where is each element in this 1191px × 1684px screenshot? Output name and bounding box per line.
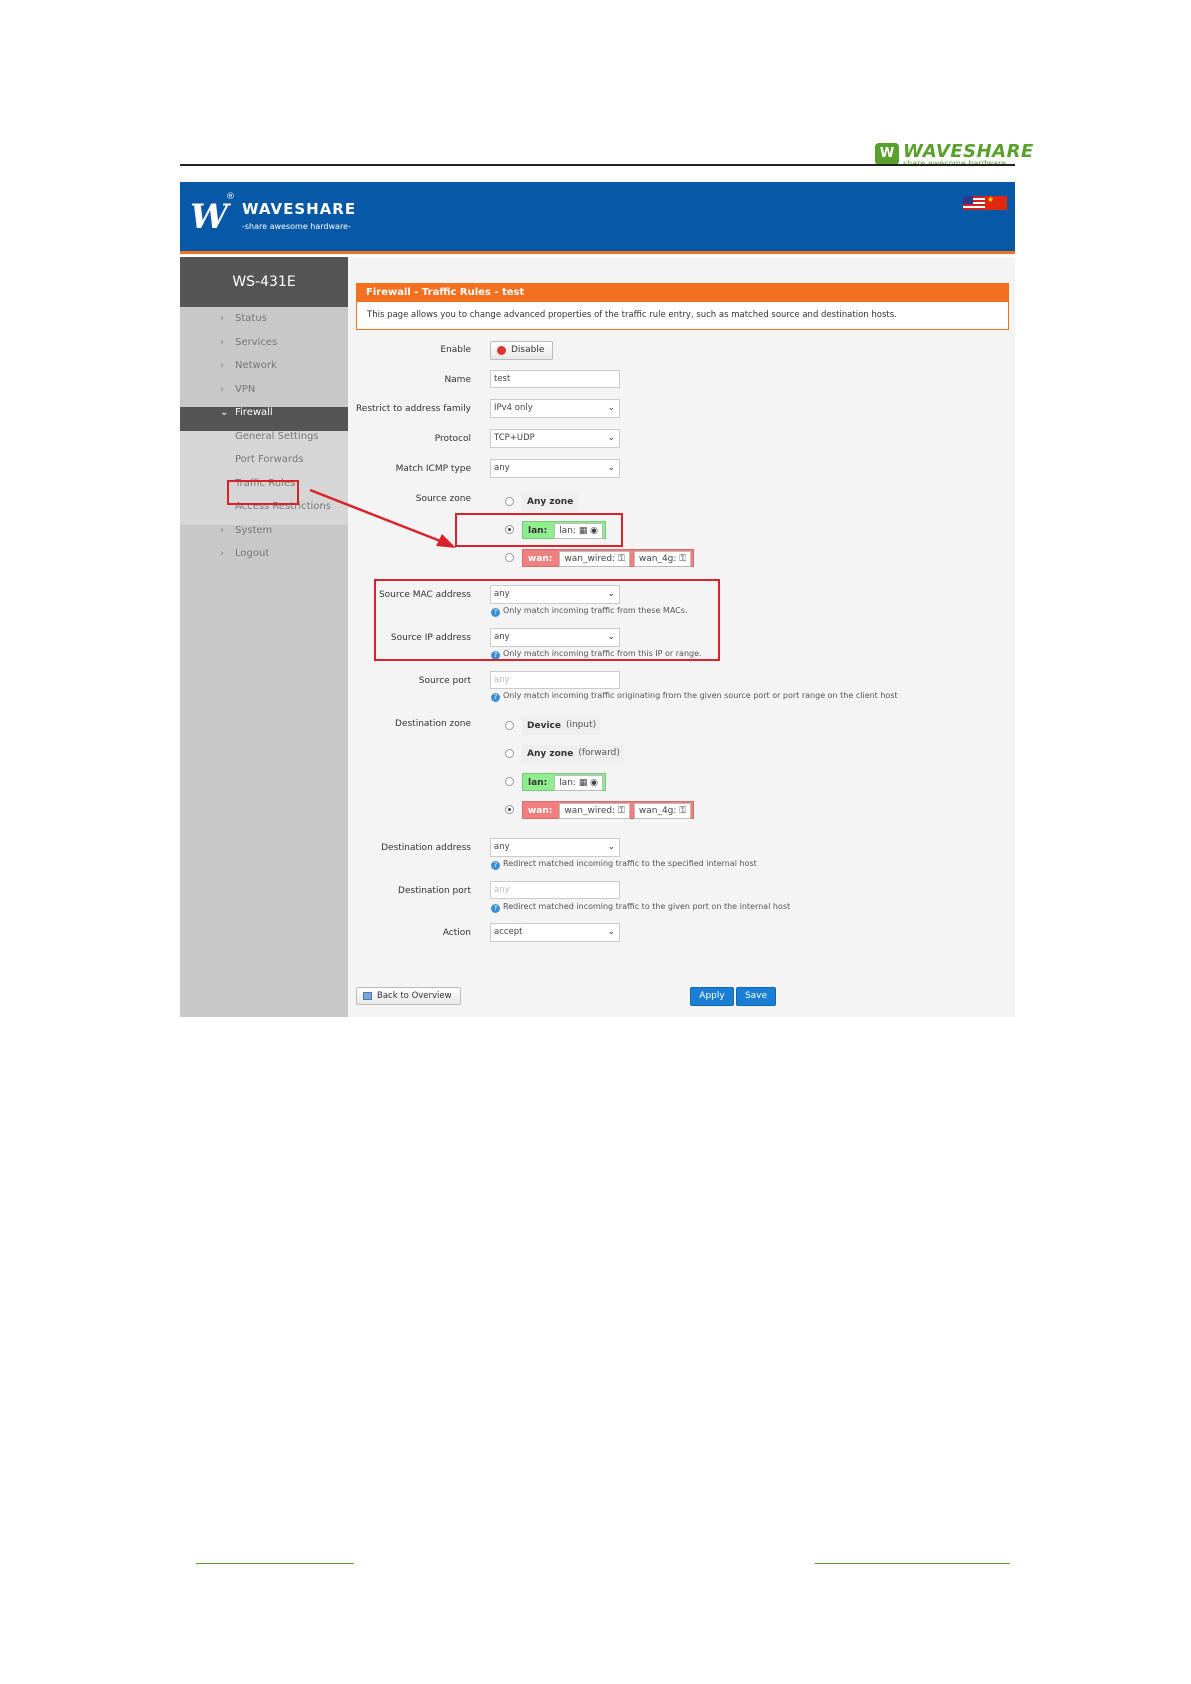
router-admin-screenshot: W ® WAVESHARE -share awesome hardware- W… xyxy=(180,182,1015,1017)
footer-line-right xyxy=(815,1563,1010,1564)
annotation-arrow xyxy=(309,488,456,548)
document-page: W WAVESHARE share awesome hardware W ® W… xyxy=(0,0,1191,1684)
waveshare-logo-mark: W xyxy=(875,143,899,165)
header-divider xyxy=(180,164,1015,166)
footer-line-left xyxy=(196,1563,354,1564)
